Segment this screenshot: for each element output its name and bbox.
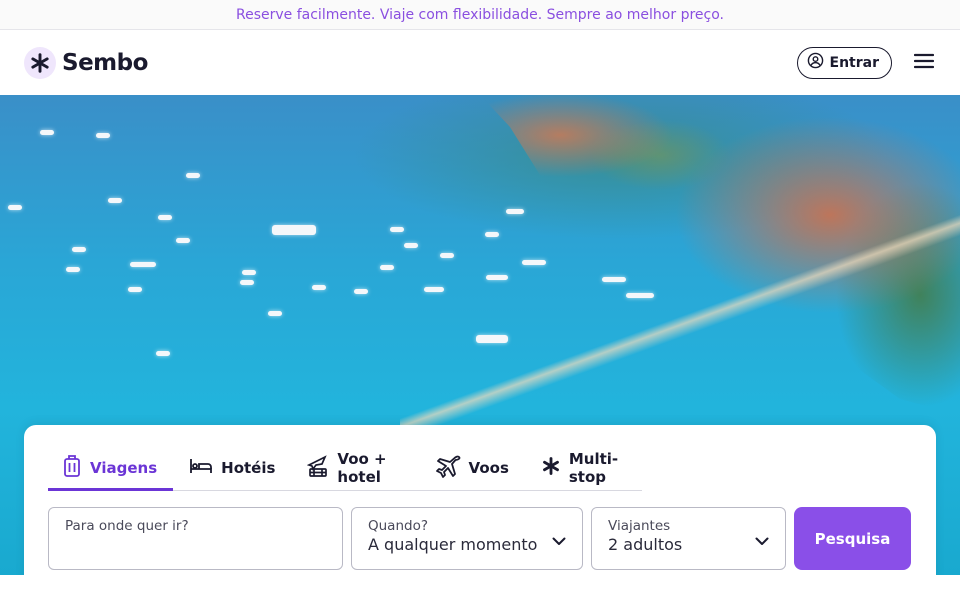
destination-label: Para onde quer ir?: [65, 518, 189, 534]
tab-voo-hotel[interactable]: Voo + hotel: [291, 446, 418, 490]
tab-label: Viagens: [90, 459, 158, 477]
tab-label: Multi-stop: [568, 450, 619, 486]
tab-voos[interactable]: Voos: [419, 446, 525, 490]
travelers-value: 2 adultos: [608, 535, 683, 554]
promo-banner: Reserve facilmente. Viaje com flexibilid…: [0, 0, 960, 30]
menu-button[interactable]: [912, 51, 936, 75]
date-select[interactable]: Quando? A qualquer momento: [351, 507, 583, 570]
date-value: A qualquer momento: [368, 535, 538, 554]
plane-pool-icon: [307, 454, 329, 482]
promo-text: Reserve facilmente. Viaje com flexibilid…: [236, 6, 724, 23]
travelers-select[interactable]: Viajantes 2 adultos: [591, 507, 786, 570]
signin-label: Entrar: [829, 54, 879, 71]
destination-field[interactable]: Para onde quer ir?: [48, 507, 343, 570]
hero-shoreline: [400, 215, 960, 435]
tab-viagens[interactable]: Viagens: [48, 446, 174, 491]
hamburger-icon: [913, 53, 935, 73]
search-fields: Para onde quer ir? Quando? A qualquer mo…: [48, 507, 912, 570]
plane-icon: [435, 454, 461, 482]
travelers-label: Viajantes: [608, 518, 671, 534]
tab-multi-stop[interactable]: Multi-stop: [525, 446, 642, 490]
chevron-down-icon: [755, 531, 769, 550]
search-tabs: Viagens Hotéis Voo + hotel Voos Multi-st…: [48, 425, 642, 491]
tab-label: Voos: [468, 459, 509, 477]
search-button[interactable]: Pesquisa: [794, 507, 911, 570]
tab-label: Hotéis: [221, 459, 276, 477]
site-header: Sembo Entrar: [0, 30, 960, 95]
suitcase-icon: [62, 454, 82, 482]
bed-icon: [189, 457, 213, 479]
hero-image: Viagens Hotéis Voo + hotel Voos Multi-st…: [0, 95, 960, 575]
sembo-logo-icon: [24, 46, 56, 79]
search-card: Viagens Hotéis Voo + hotel Voos Multi-st…: [24, 425, 936, 575]
signin-button[interactable]: Entrar: [796, 46, 892, 79]
user-icon: [807, 52, 824, 73]
tab-hoteis[interactable]: Hotéis: [173, 446, 291, 490]
logo[interactable]: Sembo: [24, 46, 148, 79]
brand-name: Sembo: [62, 49, 148, 76]
sembo-star-icon: [541, 456, 561, 480]
tab-label: Voo + hotel: [337, 450, 387, 486]
date-label: Quando?: [368, 518, 429, 534]
chevron-down-icon: [552, 531, 566, 550]
